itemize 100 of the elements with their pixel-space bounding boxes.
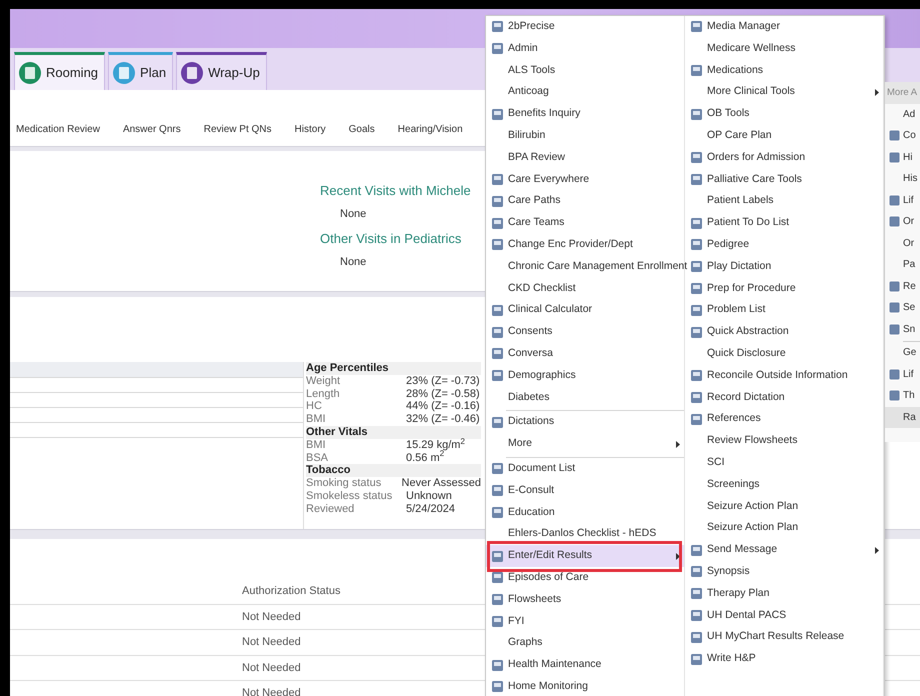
menu-item[interactable]: Record Dictation bbox=[685, 386, 883, 408]
menu-item[interactable]: Palliative Care Tools bbox=[685, 168, 883, 190]
menu-item[interactable]: Seizure Action Plan bbox=[685, 517, 883, 540]
menu-item[interactable]: Ad bbox=[885, 104, 920, 125]
menu-item[interactable]: Medicare Wellness bbox=[685, 38, 883, 60]
activity-link[interactable]: Goals bbox=[348, 122, 375, 137]
menu-item[interactable]: Orders for Admission bbox=[685, 146, 883, 169]
activity-link[interactable]: Hearing/Vision bbox=[398, 122, 463, 137]
menu-item[interactable]: Graphs bbox=[486, 632, 684, 654]
table-cell-text: Not Needed bbox=[242, 686, 301, 696]
vitals-heading: Age Percentiles bbox=[306, 362, 481, 375]
menu-item[interactable]: BPA Review bbox=[486, 146, 684, 169]
menu-item[interactable]: Enter/Edit Results bbox=[486, 545, 684, 567]
menu-item[interactable]: Media Manager bbox=[685, 16, 883, 38]
menu-item[interactable]: Synopsis bbox=[685, 560, 883, 583]
menu-item[interactable]: SCI bbox=[685, 452, 883, 474]
menu-item[interactable]: Quick Disclosure bbox=[685, 342, 883, 365]
menu-item[interactable]: Write H&P bbox=[685, 648, 883, 670]
menu-item[interactable]: Patient Labels bbox=[685, 190, 883, 212]
menu-item[interactable]: E-Consult bbox=[486, 480, 684, 502]
menu-item[interactable]: Health Maintenance bbox=[486, 654, 684, 676]
menu-item[interactable]: Quick Abstraction bbox=[685, 321, 883, 343]
vitals-value: Unknown bbox=[406, 490, 452, 503]
menu-item[interactable]: Th bbox=[885, 385, 920, 406]
menu-item[interactable]: Bilirubin bbox=[486, 124, 684, 147]
activity-link[interactable]: Medication Review bbox=[16, 122, 100, 137]
menu-item[interactable]: Pa bbox=[885, 254, 920, 276]
tab[interactable]: Wrap-Up bbox=[176, 52, 267, 90]
menu-item[interactable]: Care Paths bbox=[486, 190, 684, 212]
tab-icon bbox=[180, 60, 204, 84]
table-cell-text: Not Needed bbox=[242, 660, 301, 676]
menu-item[interactable]: Lif bbox=[885, 364, 920, 385]
menu-item[interactable]: Change Enc Provider/Dept bbox=[486, 234, 684, 256]
menu-item[interactable]: Flowsheets bbox=[486, 588, 684, 611]
vitals-label: Smokeless status bbox=[306, 490, 394, 503]
menu-item[interactable]: Re bbox=[885, 276, 920, 297]
menu-item[interactable]: Medications bbox=[685, 60, 883, 82]
menu-item[interactable]: Review Flowsheets bbox=[685, 430, 883, 452]
vitals-label: BMI bbox=[306, 413, 327, 426]
menu-item[interactable]: Care Everywhere bbox=[486, 168, 684, 190]
menu-item[interactable]: UH MyChart Results Release bbox=[685, 626, 883, 648]
menu-item[interactable]: Consents bbox=[486, 321, 684, 343]
menu-item[interactable]: Clinical Calculator bbox=[486, 299, 684, 322]
menu-item[interactable]: FYI bbox=[486, 610, 684, 632]
menu-item[interactable]: More Clinical Tools bbox=[685, 81, 883, 104]
menu-item[interactable]: Problem List bbox=[685, 299, 883, 322]
menu-item[interactable]: Benefits Inquiry bbox=[486, 103, 684, 125]
menu-item[interactable]: Prep for Procedure bbox=[685, 278, 883, 300]
menu-item[interactable]: Demographics bbox=[486, 364, 684, 387]
tab[interactable]: Plan bbox=[108, 52, 174, 90]
vitals-label: BSA bbox=[306, 452, 330, 464]
vitals-heading: Tobacco bbox=[306, 464, 481, 478]
menu-item[interactable]: CKD Checklist bbox=[486, 278, 684, 300]
menu-item[interactable]: Screenings bbox=[685, 474, 883, 496]
menu-item[interactable]: Or bbox=[885, 232, 920, 254]
vitals-label: HC bbox=[306, 400, 323, 414]
menu-item[interactable]: Care Teams bbox=[486, 212, 684, 234]
menu-item[interactable]: Education bbox=[486, 502, 684, 524]
menu-item[interactable]: References bbox=[685, 408, 883, 430]
menu-item[interactable]: Seizure Action Plan bbox=[685, 496, 883, 518]
activity-link[interactable]: History bbox=[294, 122, 326, 137]
menu-item[interactable]: Send Message bbox=[685, 539, 883, 561]
menu-item[interactable]: 2bPrecise bbox=[486, 16, 684, 38]
menu-item[interactable]: OP Care Plan bbox=[685, 124, 883, 147]
menu-item[interactable]: Patient To Do List bbox=[685, 212, 883, 234]
tab[interactable]: Rooming bbox=[14, 52, 106, 90]
vitals-value: 44% (Z= -0.16) bbox=[406, 400, 480, 414]
menu-item[interactable]: Therapy Plan bbox=[685, 582, 883, 605]
menu-item[interactable]: Anticoag bbox=[486, 81, 684, 104]
menu-item[interactable]: Or bbox=[885, 211, 920, 232]
menu-item[interactable]: Home Monitoring bbox=[486, 676, 684, 696]
tab-icon bbox=[18, 60, 42, 84]
vitals-label: Reviewed bbox=[306, 502, 356, 516]
vitals-label: Smoking status bbox=[306, 477, 382, 490]
vitals-label: BMI bbox=[306, 438, 327, 452]
table-cell-text: Not Needed bbox=[242, 610, 301, 624]
menu-item[interactable]: Dictations bbox=[486, 411, 684, 434]
menu-item[interactable]: UH Dental PACS bbox=[685, 604, 883, 626]
menu-item[interactable]: Ra bbox=[885, 406, 920, 428]
vitals-label: Weight bbox=[306, 374, 342, 388]
menu-item[interactable]: Reconcile Outside Information bbox=[685, 364, 883, 387]
menu-item[interactable]: OB Tools bbox=[685, 103, 883, 125]
menu-item[interactable]: Admin bbox=[486, 38, 684, 60]
activity-link[interactable]: Answer Qnrs bbox=[122, 122, 181, 137]
menu-item[interactable]: More bbox=[486, 433, 684, 455]
menu-item[interactable]: Sn bbox=[885, 318, 920, 340]
menu-item[interactable]: Hi bbox=[885, 146, 920, 168]
menu-item[interactable]: Document List bbox=[486, 458, 684, 480]
menu-item[interactable]: Pedigree bbox=[685, 234, 883, 256]
menu-item[interactable]: His bbox=[885, 168, 920, 190]
menu-item[interactable]: Episodes of Care bbox=[486, 566, 684, 589]
menu-item[interactable]: Lif bbox=[885, 190, 920, 211]
menu-item[interactable]: Diabetes bbox=[486, 386, 684, 408]
menu-item[interactable]: ALS Tools bbox=[486, 60, 684, 82]
activity-link[interactable]: Review Pt QNs bbox=[204, 122, 272, 137]
menu-item[interactable]: Se bbox=[885, 297, 920, 318]
menu-item[interactable]: Co bbox=[885, 125, 920, 146]
menu-item[interactable]: Ge bbox=[885, 342, 920, 364]
menu-item[interactable]: Conversa bbox=[486, 342, 684, 365]
menu-item[interactable]: Ehlers-Danlos Checklist - hEDS bbox=[486, 523, 684, 546]
